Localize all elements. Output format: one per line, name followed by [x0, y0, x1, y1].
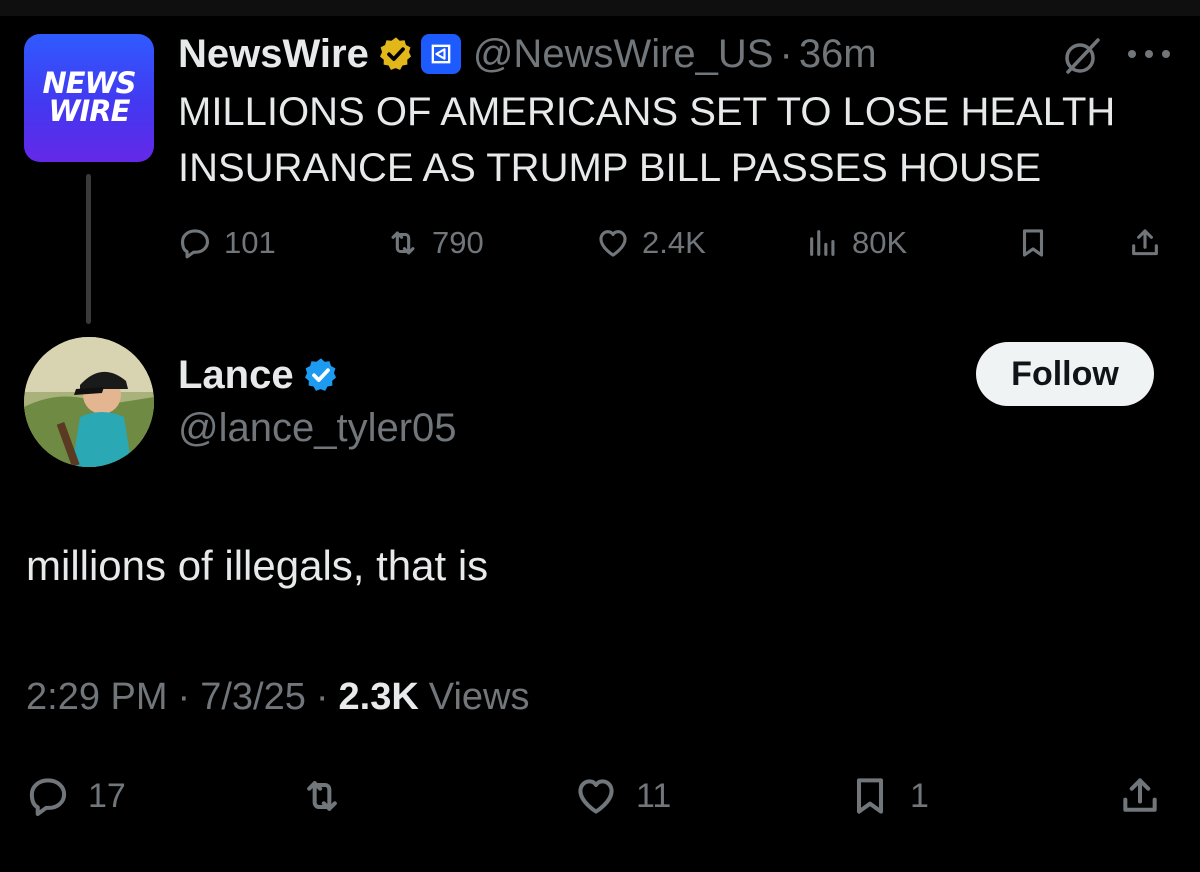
- reply-button[interactable]: 17: [26, 766, 126, 826]
- follow-button[interactable]: Follow: [976, 342, 1154, 406]
- gold-verified-badge-icon: [379, 37, 411, 70]
- repost-icon: [307, 781, 337, 811]
- bookmark-button[interactable]: 1: [848, 766, 929, 826]
- avatar-photo: [24, 337, 154, 467]
- more-icon[interactable]: [1128, 47, 1170, 61]
- parent-bookmark-button[interactable]: [1016, 218, 1050, 268]
- parent-views-count: 80K: [852, 225, 908, 260]
- parent-display-name[interactable]: NewsWire: [178, 32, 369, 77]
- like-button[interactable]: 11: [574, 766, 671, 826]
- newswire-avatar[interactable]: NEWS WIRE: [24, 34, 154, 162]
- parent-reply-count: 101: [224, 225, 276, 260]
- heart-icon: [578, 779, 614, 814]
- tweet-views-label: Views: [428, 676, 530, 718]
- parent-like-count: 2.4K: [642, 225, 706, 260]
- tweet-meta-row: 2:29 PM · 7/3/25 · 2.3K Views: [26, 676, 529, 719]
- tweet-date[interactable]: 7/3/25: [200, 676, 306, 719]
- meta-separator-2: ·: [315, 676, 329, 718]
- thread-connector-line: [86, 174, 91, 324]
- share-button[interactable]: [1118, 766, 1162, 826]
- repost-icon: [391, 231, 415, 255]
- top-status-strip: [0, 0, 1200, 16]
- analytics-icon: [810, 230, 835, 256]
- grok-icon[interactable]: [1060, 34, 1104, 78]
- parent-timestamp[interactable]: 36m: [799, 32, 877, 77]
- blue-verified-badge-icon: [304, 358, 336, 391]
- parent-share-button[interactable]: [1128, 218, 1162, 268]
- parent-repost-count: 790: [432, 225, 484, 260]
- lance-avatar[interactable]: [24, 337, 154, 467]
- parent-views-button[interactable]: 80K: [806, 218, 907, 268]
- bookmark-count: 1: [910, 776, 929, 815]
- parent-repost-button[interactable]: 790: [386, 218, 484, 268]
- reply-icon: [29, 778, 67, 816]
- main-action-bar: 17 11 1: [0, 766, 1200, 826]
- parent-tweet-text: MILLIONS OF AMERICANS SET TO LOSE HEALTH…: [178, 90, 1116, 190]
- share-icon: [1123, 778, 1157, 812]
- reply-icon: [180, 229, 210, 259]
- main-name-row: Lance: [178, 350, 340, 400]
- parent-tweet-header: NewsWire @NewsWire_US · 36m: [178, 24, 877, 84]
- tweet-views-count[interactable]: 2.3K: [339, 676, 419, 719]
- share-icon: [1132, 229, 1158, 256]
- bookmark-icon: [1022, 229, 1044, 257]
- like-count: 11: [636, 776, 672, 815]
- main-tweet-text: millions of illegals, that is: [26, 542, 489, 589]
- affiliate-org-badge-icon: [420, 34, 461, 74]
- tweet-time[interactable]: 2:29 PM: [26, 676, 168, 719]
- header-separator: ·: [779, 31, 793, 76]
- reply-count: 17: [88, 776, 126, 815]
- parent-like-button[interactable]: 2.4K: [596, 218, 706, 268]
- avatar-text-wire: WIRE: [48, 94, 131, 128]
- bookmark-icon: [856, 778, 884, 814]
- heart-icon: [599, 230, 627, 257]
- repost-button[interactable]: [300, 766, 362, 826]
- parent-reply-button[interactable]: 101: [178, 218, 276, 268]
- main-handle[interactable]: @lance_tyler05: [178, 406, 457, 451]
- main-display-name[interactable]: Lance: [178, 353, 294, 398]
- meta-separator-1: ·: [177, 676, 191, 718]
- parent-action-bar: 101 790 2.4K 80K: [178, 218, 1168, 268]
- parent-handle[interactable]: @NewsWire_US: [473, 32, 774, 77]
